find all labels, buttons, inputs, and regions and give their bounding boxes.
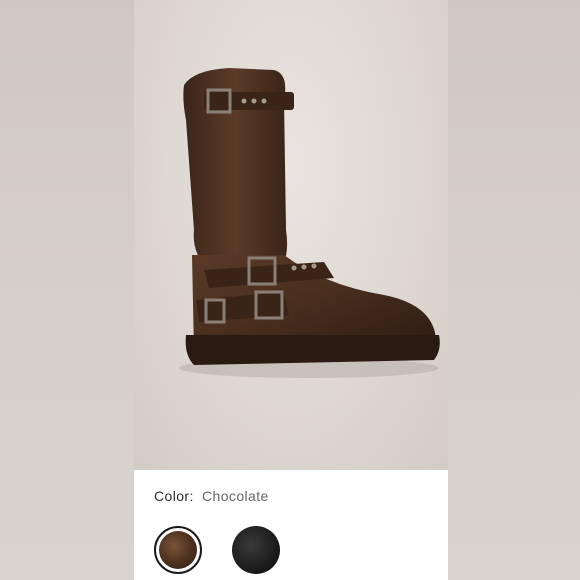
product-image[interactable] bbox=[134, 0, 448, 470]
product-card: Color: Chocolate bbox=[134, 0, 448, 580]
color-value: Chocolate bbox=[202, 488, 269, 504]
top-strap bbox=[204, 92, 294, 110]
swatch-black-fill bbox=[232, 526, 280, 574]
swatch-chocolate[interactable] bbox=[154, 526, 202, 574]
background-blur-left bbox=[0, 0, 134, 580]
color-label: Color: bbox=[154, 488, 194, 504]
color-selector-label: Color: Chocolate bbox=[154, 488, 269, 504]
swatch-black[interactable] bbox=[232, 526, 280, 574]
background-blur-right bbox=[448, 0, 580, 580]
boot-illustration bbox=[179, 68, 440, 378]
swatch-chocolate-fill bbox=[159, 531, 197, 569]
boot-sole bbox=[185, 335, 440, 365]
